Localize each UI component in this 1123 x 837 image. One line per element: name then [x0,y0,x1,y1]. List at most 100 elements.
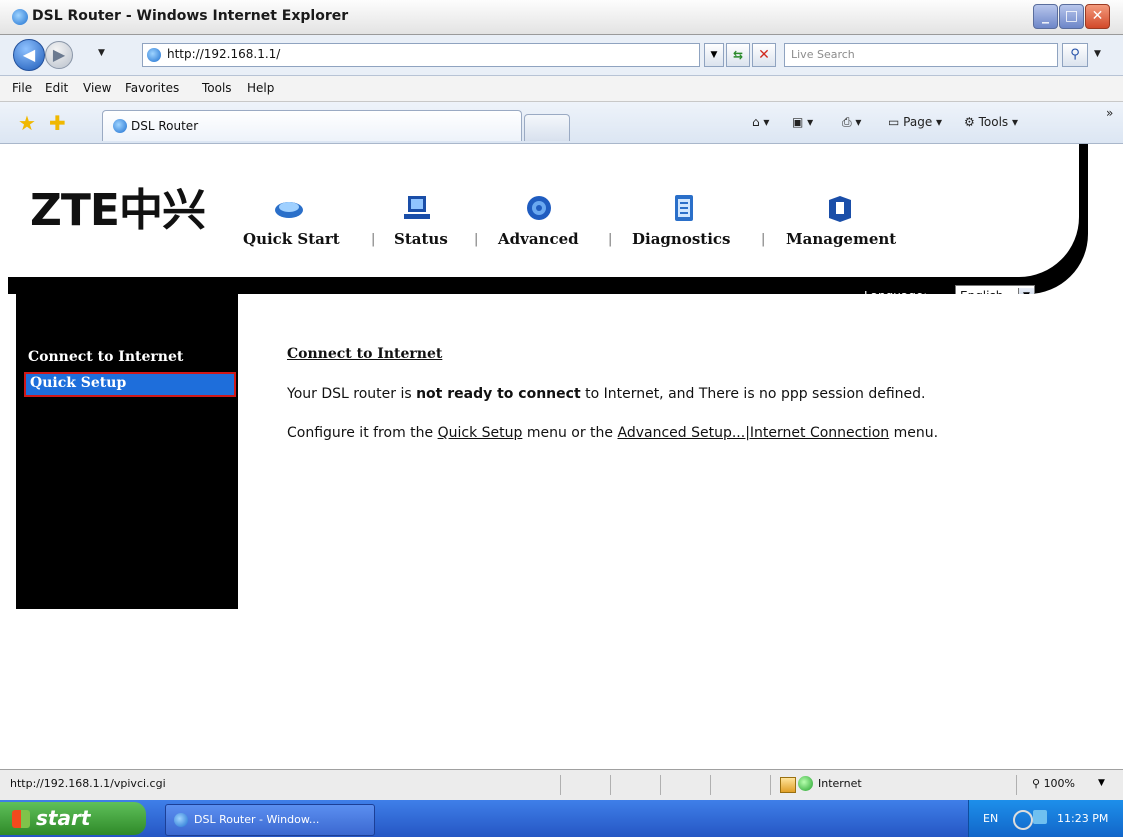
nav-separator: | [761,232,766,247]
page-menu-button[interactable]: ▭ Page ▾ [888,115,942,129]
page-title: Connect to Internet [287,346,443,362]
menu-edit[interactable]: Edit [45,81,68,95]
internet-zone-icon [798,776,813,791]
status-emphasis: not ready to connect [416,386,581,402]
clock-icon[interactable] [1013,810,1033,830]
zoom-value: 100% [1043,777,1076,790]
menu-help[interactable]: Help [247,81,274,95]
status-message: Your DSL router is not ready to connect … [287,386,925,402]
zoom-icon: ⚲ [1032,777,1041,790]
tab-toolbar: ★ ✚ DSL Router ⌂ ▾ ▣ ▾ ⎙ ▾ ▭ Page ▾ ⚙ To… [0,102,1123,144]
address-toolbar: ◀ ▶ ▼ http://192.168.1.1/ ▼ ⇆ ✕ Live Sea… [0,35,1123,76]
search-button[interactable]: ⚲ [1062,43,1088,67]
address-url: http://192.168.1.1/ [167,47,281,61]
menu-tools[interactable]: Tools [202,81,232,95]
start-button[interactable]: start [0,802,146,835]
zte-logo: ZTE中兴 [30,185,206,236]
back-button[interactable]: ◀ [13,39,45,71]
nav-advanced[interactable]: Advanced [498,230,579,248]
nav-management[interactable]: Management [786,230,896,248]
status-icon[interactable] [402,192,434,224]
page-icon: ▭ [888,115,900,129]
status-divider [610,775,611,795]
search-placeholder: Live Search [791,48,855,61]
toolbar-overflow-icon[interactable]: » [1106,106,1113,120]
taskbar-item-dsl-router[interactable]: DSL Router - Window... [165,804,375,836]
diagnostics-icon[interactable] [668,192,700,224]
recent-pages-dropdown-icon[interactable]: ▼ [98,48,105,58]
advanced-icon[interactable] [523,192,555,224]
instruction-text-end: menu. [889,425,939,441]
add-favorite-icon[interactable]: ✚ [49,111,66,135]
nav-diagnostics[interactable]: Diagnostics [632,230,730,248]
print-icon[interactable]: ⎙ ▾ [842,115,861,130]
status-divider [710,775,711,795]
status-bar: http://192.168.1.1/vpivci.cgi Internet ⚲… [0,769,1123,800]
tab-title: DSL Router [131,119,199,133]
new-tab-button[interactable] [524,114,570,141]
maximize-button[interactable]: □ [1059,4,1084,29]
menu-file[interactable]: File [12,81,32,95]
address-input[interactable]: http://192.168.1.1/ [142,43,700,67]
status-text-end: to Internet, and There is no ppp session… [580,386,926,402]
address-dropdown-button[interactable]: ▼ [704,43,724,67]
windows-logo-icon [12,810,30,828]
forward-arrow-icon: ▶ [52,45,66,64]
router-page: ZTE中兴 Quick Start | Status | Advanced | … [8,144,1115,768]
zoom-level[interactable]: ⚲ 100% [1032,777,1075,790]
quick-setup-link[interactable]: Quick Setup [438,425,523,441]
status-divider [1016,775,1017,795]
content-area [238,294,1115,768]
sidebar-item-label: Quick Setup [30,375,127,391]
status-text-start: Your DSL router is [287,386,417,402]
language-indicator[interactable]: EN [983,812,998,825]
menu-bar: File Edit View Favorites Tools Help [0,76,1123,102]
clock-time[interactable]: 11:23 PM [1057,812,1108,825]
tools-menu-button[interactable]: ⚙ Tools ▾ [964,115,1018,129]
status-divider [560,775,561,795]
tools-menu-label: Tools [978,115,1009,129]
nav-quick-start[interactable]: Quick Start [243,230,340,248]
tab-dsl-router[interactable]: DSL Router [102,110,522,141]
search-options-dropdown-icon[interactable]: ▼ [1094,49,1101,59]
window-title: DSL Router - Windows Internet Explorer [32,8,349,24]
status-url: http://192.168.1.1/vpivci.cgi [10,777,166,790]
forward-button[interactable]: ▶ [45,41,73,69]
window-title-bar[interactable]: DSL Router - Windows Internet Explorer _… [0,0,1123,35]
security-zone[interactable]: Internet [818,777,862,790]
minimize-icon: _ [1042,8,1049,24]
menu-view[interactable]: View [83,81,111,95]
ie-icon [113,119,127,133]
feeds-icon[interactable]: ▣ ▾ [792,115,813,129]
management-icon[interactable] [824,192,856,224]
refresh-icon: ⇆ [732,48,744,62]
instruction-text-start: Configure it from the [287,425,438,441]
ie-icon [174,813,188,827]
nav-separator: | [608,232,613,247]
back-arrow-icon: ◀ [22,45,36,64]
close-icon: ✕ [1091,8,1104,24]
zoom-dropdown-icon[interactable]: ▼ [1098,778,1105,788]
favorites-center-icon[interactable]: ★ [18,111,36,135]
home-icon[interactable]: ⌂ ▾ [752,115,769,129]
search-input[interactable]: Live Search [784,43,1058,67]
refresh-button[interactable]: ⇆ [726,43,750,67]
minimize-button[interactable]: _ [1033,4,1058,29]
sidebar-item-quick-setup[interactable]: Quick Setup [24,372,236,397]
advanced-setup-link[interactable]: Advanced Setup...|Internet Connection [618,425,890,441]
menu-favorites[interactable]: Favorites [125,81,179,95]
taskbar-item-label: DSL Router - Window... [194,813,320,826]
protected-mode-icon[interactable] [780,777,796,793]
quick-start-icon[interactable] [273,192,305,224]
nav-status[interactable]: Status [394,230,448,248]
ie-icon [12,9,28,25]
instruction-text-mid: menu or the [522,425,618,441]
status-divider [770,775,771,795]
chevron-down-icon: ▼ [710,50,718,60]
nav-separator: | [371,232,376,247]
stop-button[interactable]: ✕ [752,43,776,67]
page-menu-label: Page [903,115,933,129]
sidebar-item-connect-to-internet[interactable]: Connect to Internet [28,349,183,365]
network-icon[interactable] [1033,810,1047,824]
close-button[interactable]: ✕ [1085,4,1110,29]
